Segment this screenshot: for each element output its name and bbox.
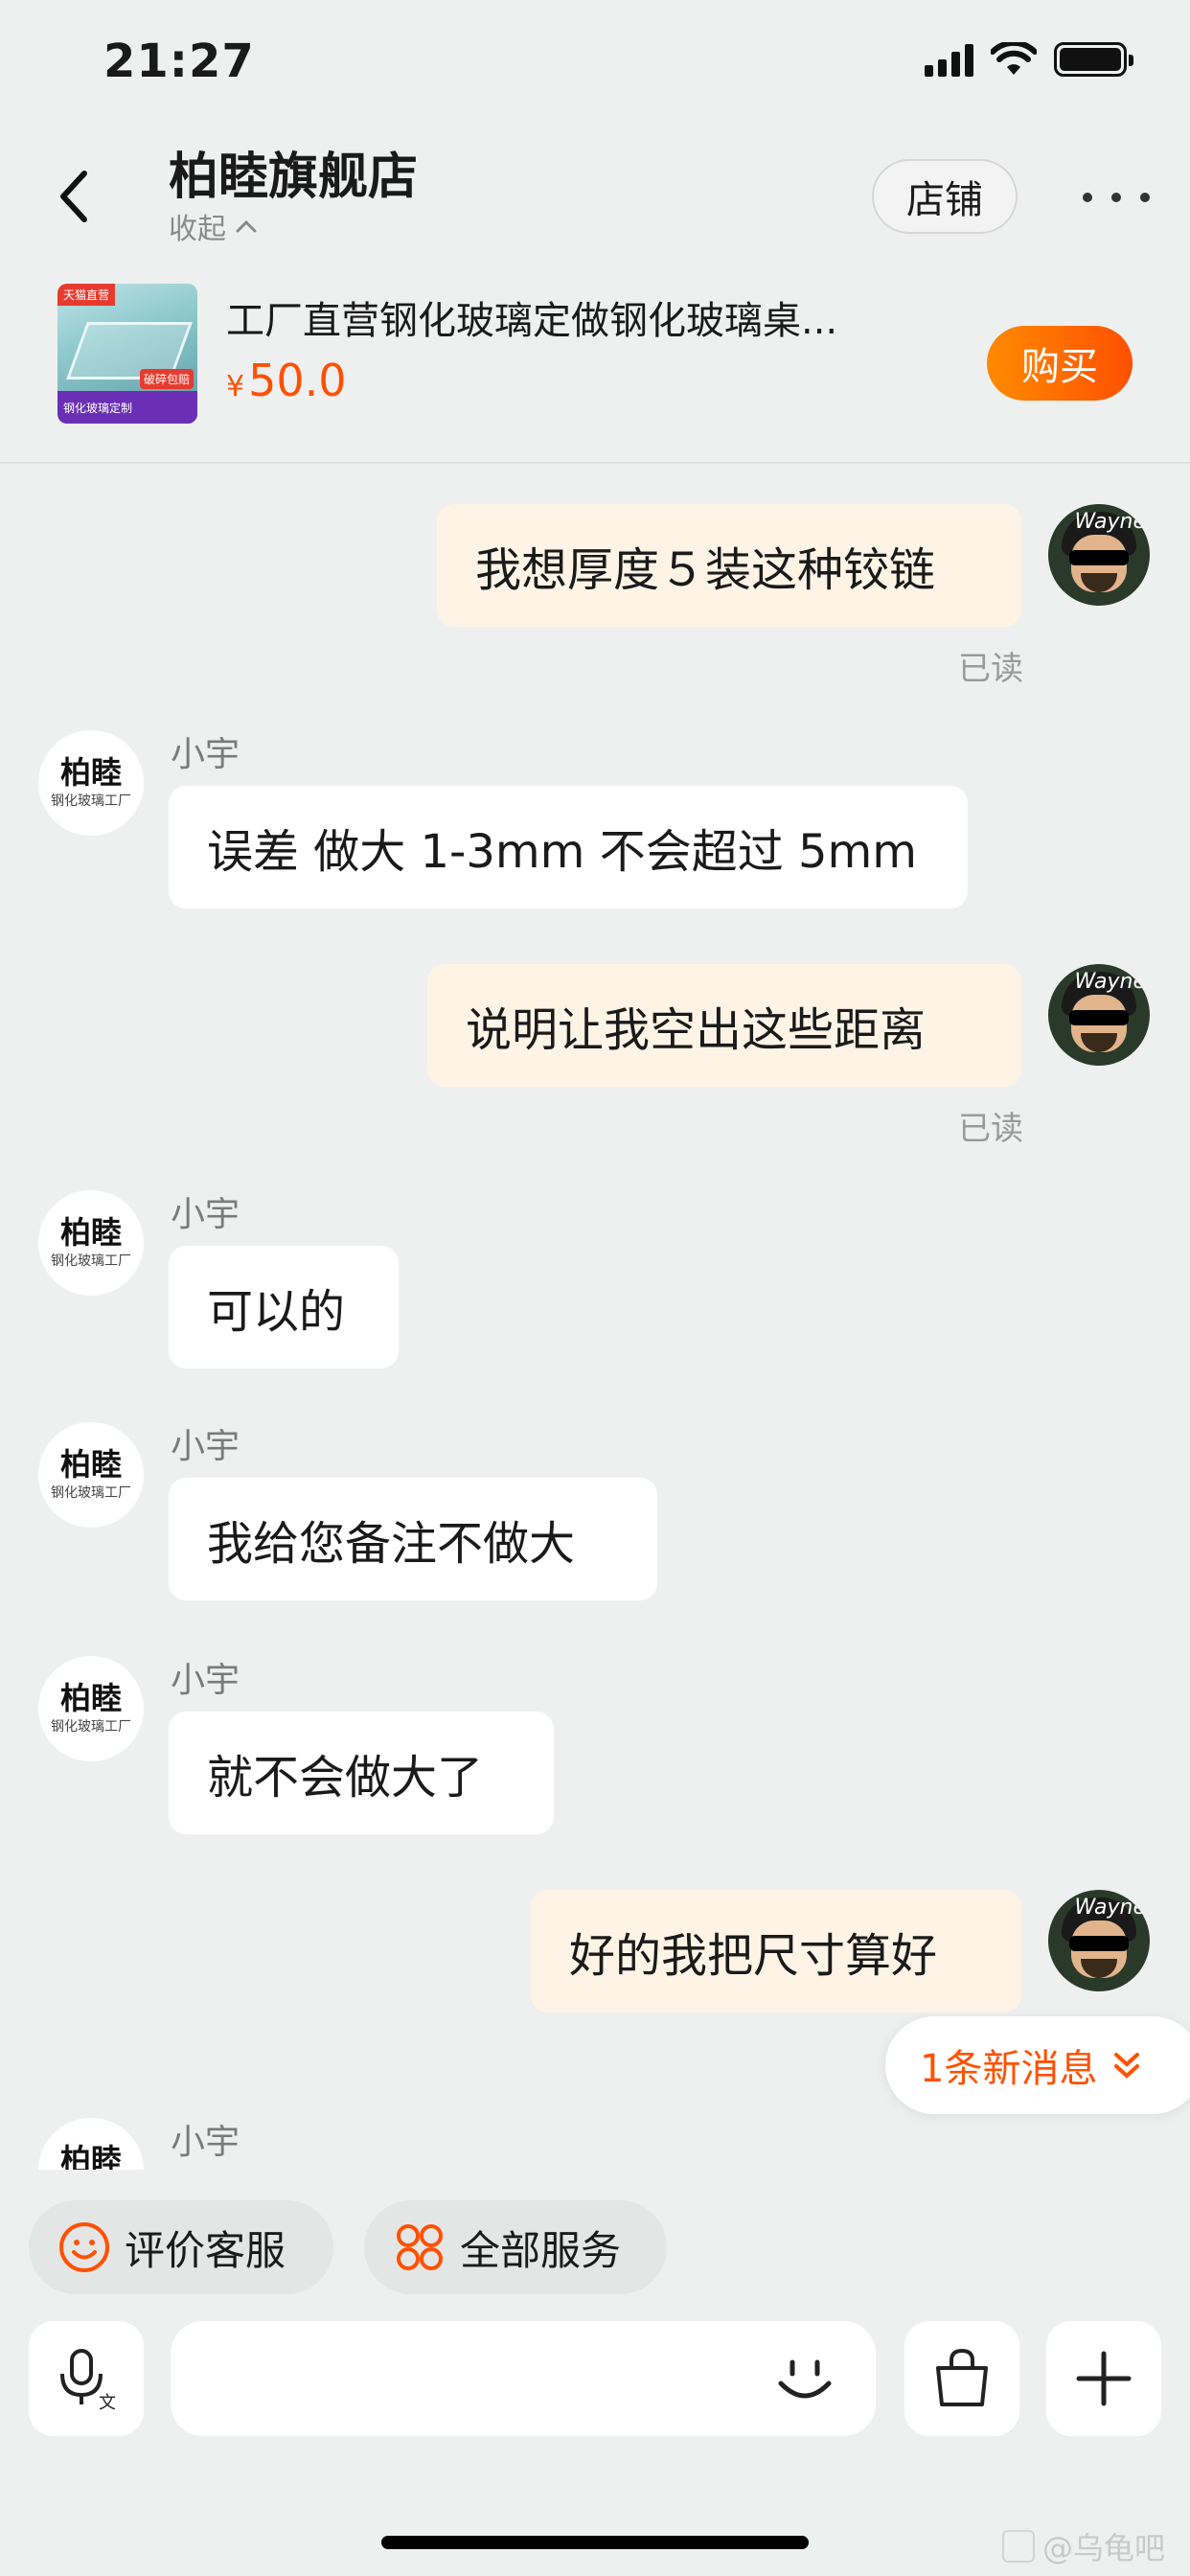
cellular-signal-icon: [925, 42, 973, 77]
shop-title[interactable]: 柏睦旗舰店: [169, 136, 418, 208]
shop-avatar[interactable]: 柏睦 钢化玻璃工厂: [38, 730, 144, 836]
double-chevron-down-icon: [1114, 2053, 1140, 2079]
chevron-up-icon: [236, 219, 257, 233]
more-actions-button[interactable]: [1046, 2321, 1161, 2436]
product-name[interactable]: 工厂直营钢化玻璃定做钢化玻璃桌...: [226, 289, 916, 345]
microphone-icon: 文: [60, 2349, 116, 2412]
wifi-icon: [991, 42, 1037, 75]
new-messages-button[interactable]: 1条新消息: [885, 2016, 1190, 2114]
status-icons: [925, 42, 1133, 77]
message-bubble-received[interactable]: 误差 做大 1-3mm 不会超过 5mm: [169, 786, 968, 908]
price-value: 50.0: [248, 355, 347, 406]
read-receipt: 已读: [958, 1110, 1023, 1148]
sender-name: 小宇: [171, 2123, 240, 2162]
sender-name: 小宇: [171, 1427, 240, 1466]
emoji-button[interactable]: [770, 2344, 839, 2413]
watermark: @乌龟吧: [1002, 2524, 1165, 2568]
chat-message-list[interactable]: 我想厚度５装这种铰链 Wayne 已读 柏睦 钢化玻璃工厂 小宇 误差 做大 1…: [0, 464, 1190, 2170]
plus-icon: [1076, 2351, 1132, 2406]
shop-avatar[interactable]: 柏睦 钢化玻璃工厂: [38, 2118, 144, 2170]
sender-name: 小宇: [171, 735, 240, 774]
chevron-left-icon: [60, 171, 87, 222]
more-options-button[interactable]: [1083, 178, 1150, 217]
message-bubble-sent[interactable]: 我想厚度５装这种铰链: [437, 504, 1021, 627]
message-bubble-received[interactable]: 我给您备注不做大: [169, 1478, 657, 1600]
watermark-logo-icon: [1002, 2530, 1035, 2563]
status-time: 21:27: [103, 34, 255, 88]
shopping-bag-icon: [936, 2348, 988, 2406]
product-thumb-band: 钢化玻璃定制: [57, 391, 197, 424]
home-indicator[interactable]: [381, 2536, 809, 2549]
store-button[interactable]: 店铺: [872, 159, 1018, 234]
sender-name: 小宇: [171, 1661, 240, 1700]
product-thumbnail[interactable]: 天猫直营 破碎包赔 钢化玻璃定制: [57, 284, 197, 424]
read-receipt: 已读: [958, 650, 1023, 688]
message-bubble-sent[interactable]: 说明让我空出这些距离: [427, 964, 1021, 1087]
more-dots-icon: [1083, 193, 1092, 202]
shopping-bag-button[interactable]: [904, 2321, 1019, 2436]
product-thumb-badge: 破碎包赔: [139, 369, 194, 389]
all-services-label: 全部服务: [460, 2226, 622, 2274]
shop-avatar[interactable]: 柏睦 钢化玻璃工厂: [38, 1190, 144, 1296]
battery-icon: [1054, 42, 1133, 77]
price-currency: ¥: [226, 370, 245, 403]
my-avatar[interactable]: Wayne: [1048, 504, 1150, 606]
back-button[interactable]: [50, 163, 96, 230]
emoji-icon: [778, 2359, 832, 2399]
all-services-button[interactable]: 全部服务: [364, 2200, 667, 2294]
collapse-toggle[interactable]: 收起: [169, 205, 259, 247]
collapse-label: 收起: [169, 213, 226, 246]
message-bubble-received[interactable]: 可以的: [169, 1246, 399, 1368]
rate-service-label: 评价客服: [125, 2226, 286, 2274]
smile-icon: [59, 2222, 109, 2272]
new-messages-label: 1条新消息: [920, 2047, 1098, 2091]
voice-input-button[interactable]: 文: [29, 2321, 144, 2436]
my-avatar[interactable]: Wayne: [1048, 1890, 1150, 1991]
shop-avatar[interactable]: 柏睦 钢化玻璃工厂: [38, 1422, 144, 1528]
product-price: ¥ 50.0: [226, 355, 347, 406]
shop-avatar[interactable]: 柏睦 钢化玻璃工厂: [38, 1656, 144, 1761]
buy-button[interactable]: 购买: [987, 326, 1133, 401]
rate-service-button[interactable]: 评价客服: [29, 2200, 333, 2294]
my-avatar[interactable]: Wayne: [1048, 964, 1150, 1066]
sender-name: 小宇: [171, 1195, 240, 1234]
product-thumb-tag: 天猫直营: [57, 284, 116, 306]
grid-apps-icon: [397, 2224, 443, 2270]
status-bar: 21:27: [0, 0, 1190, 134]
svg-text:文: 文: [99, 2393, 116, 2412]
message-bubble-sent[interactable]: 好的我把尺寸算好: [531, 1890, 1021, 2012]
message-bubble-received[interactable]: 就不会做大了: [169, 1712, 554, 1834]
